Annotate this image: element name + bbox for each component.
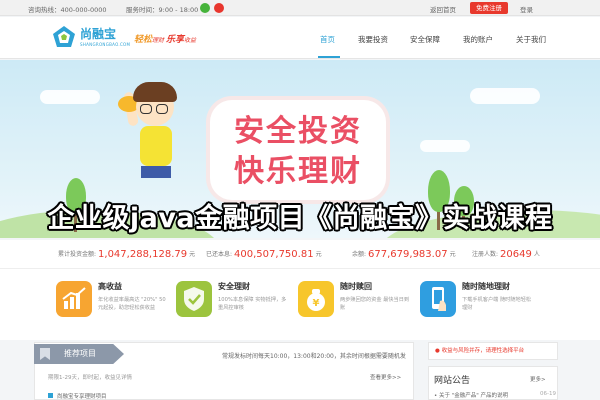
svg-text:¥: ¥ (313, 298, 320, 309)
mobile-icon (420, 281, 456, 317)
nav-my-account[interactable]: 我的账户 (463, 34, 493, 45)
wechat-icon[interactable] (200, 3, 210, 13)
service-hours-text: 服务时间：9:00 - 18:00 (126, 6, 199, 14)
cloud-decoration (420, 140, 470, 152)
site-header: 尚融宝 SHANGRONGBAO.COM 轻松理财 乐享收益 首页 我要投资 安… (0, 17, 600, 59)
stat-balance: 余额: 677,679,983.07 元 (352, 249, 456, 260)
feature-desc: 两步赎回您的资金 最快当日到账 (340, 297, 410, 311)
logo-name[interactable]: 尚融宝 (80, 25, 116, 42)
stat-total-investment: 累计投资金额: 1,047,288,128.79 元 (58, 249, 196, 260)
view-more-link[interactable]: 查看更多>> (370, 373, 401, 381)
nav-security[interactable]: 安全保障 (410, 34, 440, 45)
banner-signboard: 安全投资 快乐理财 (210, 100, 386, 200)
feature-title: 高收益 (98, 282, 122, 291)
nav-invest[interactable]: 我要投资 (358, 34, 388, 45)
top-info-bar: 咨询热线：400-000-0000 服务时间：9:00 - 18:00 返回首页… (0, 0, 600, 16)
platform-stats: 累计投资金额: 1,047,288,128.79 元 已还本息: 400,507,75… (0, 240, 600, 268)
banner-line-2: 快乐理财 (234, 154, 362, 189)
character-hair (133, 82, 177, 102)
course-title-overlay: 企业级java金融项目《尚融宝》实战课程 (47, 203, 553, 234)
logo-icon[interactable] (52, 25, 76, 49)
feature-desc: 下载手机客户端 随时随地轻松理财 (462, 297, 532, 311)
chart-up-icon (56, 281, 92, 317)
register-button[interactable]: 免费注册 (470, 2, 508, 14)
logo-subtitle: SHANGRONGBAO.COM (80, 42, 131, 47)
release-schedule-notice: 常规发标时间每天10:00，13:00和20:00，其余时间根据需要随机发 (222, 353, 406, 360)
cloud-decoration (40, 90, 100, 104)
banner-line-1: 安全投资 (234, 114, 362, 149)
character-body (140, 126, 172, 166)
stat-registered-users: 注册人数: 20649 人 (472, 249, 540, 260)
feature-desc: 年化收益率最高达 "20%" 50元起投，助您轻松获收益 (98, 297, 166, 311)
risk-warning: ● 收益与风险并存，请理性选择平台 (428, 342, 558, 360)
project-summary: 期限1-29天，即时起，收益见详情 (48, 375, 132, 381)
bullet-icon (48, 393, 53, 398)
shield-check-icon (176, 281, 212, 317)
feature-title: 安全理财 (218, 282, 250, 291)
nav-active-indicator (318, 56, 340, 58)
character-glasses (156, 104, 168, 114)
nav-about[interactable]: 关于我们 (516, 34, 546, 45)
nav-home[interactable]: 首页 (320, 34, 335, 45)
header-slogan: 轻松理财 乐享收益 (134, 35, 196, 45)
login-link[interactable]: 登录 (520, 4, 533, 14)
money-bag-icon: ¥ (298, 281, 334, 317)
news-item[interactable]: • 关于 "金融产品" 产品的说明 (434, 391, 508, 399)
news-date: 06-19 (540, 391, 556, 397)
stat-repaid: 已还本息: 400,507,750.81 元 (206, 249, 322, 260)
character-glasses (140, 104, 152, 114)
list-item[interactable]: 尚融宝专享理财项目 (48, 392, 107, 400)
feature-title: 随时随地理财 (462, 282, 510, 291)
news-title: 网站公告 (434, 376, 471, 386)
feature-title: 随时赎回 (340, 282, 372, 291)
alert-icon: ● (435, 348, 440, 354)
cloud-decoration (470, 88, 540, 104)
home-link[interactable]: 返回首页 (430, 4, 456, 14)
news-more-link[interactable]: 更多> (530, 375, 546, 383)
character-pants (141, 166, 171, 178)
feature-row: 高收益 年化收益率最高达 "20%" 50元起投，助您轻松获收益 安全理财 10… (0, 268, 600, 340)
feature-desc: 100%本息保障 实物抵押，多重风控审核 (218, 297, 287, 311)
hotline-text: 咨询热线：400-000-0000 (28, 6, 107, 14)
weibo-icon[interactable] (214, 3, 224, 13)
